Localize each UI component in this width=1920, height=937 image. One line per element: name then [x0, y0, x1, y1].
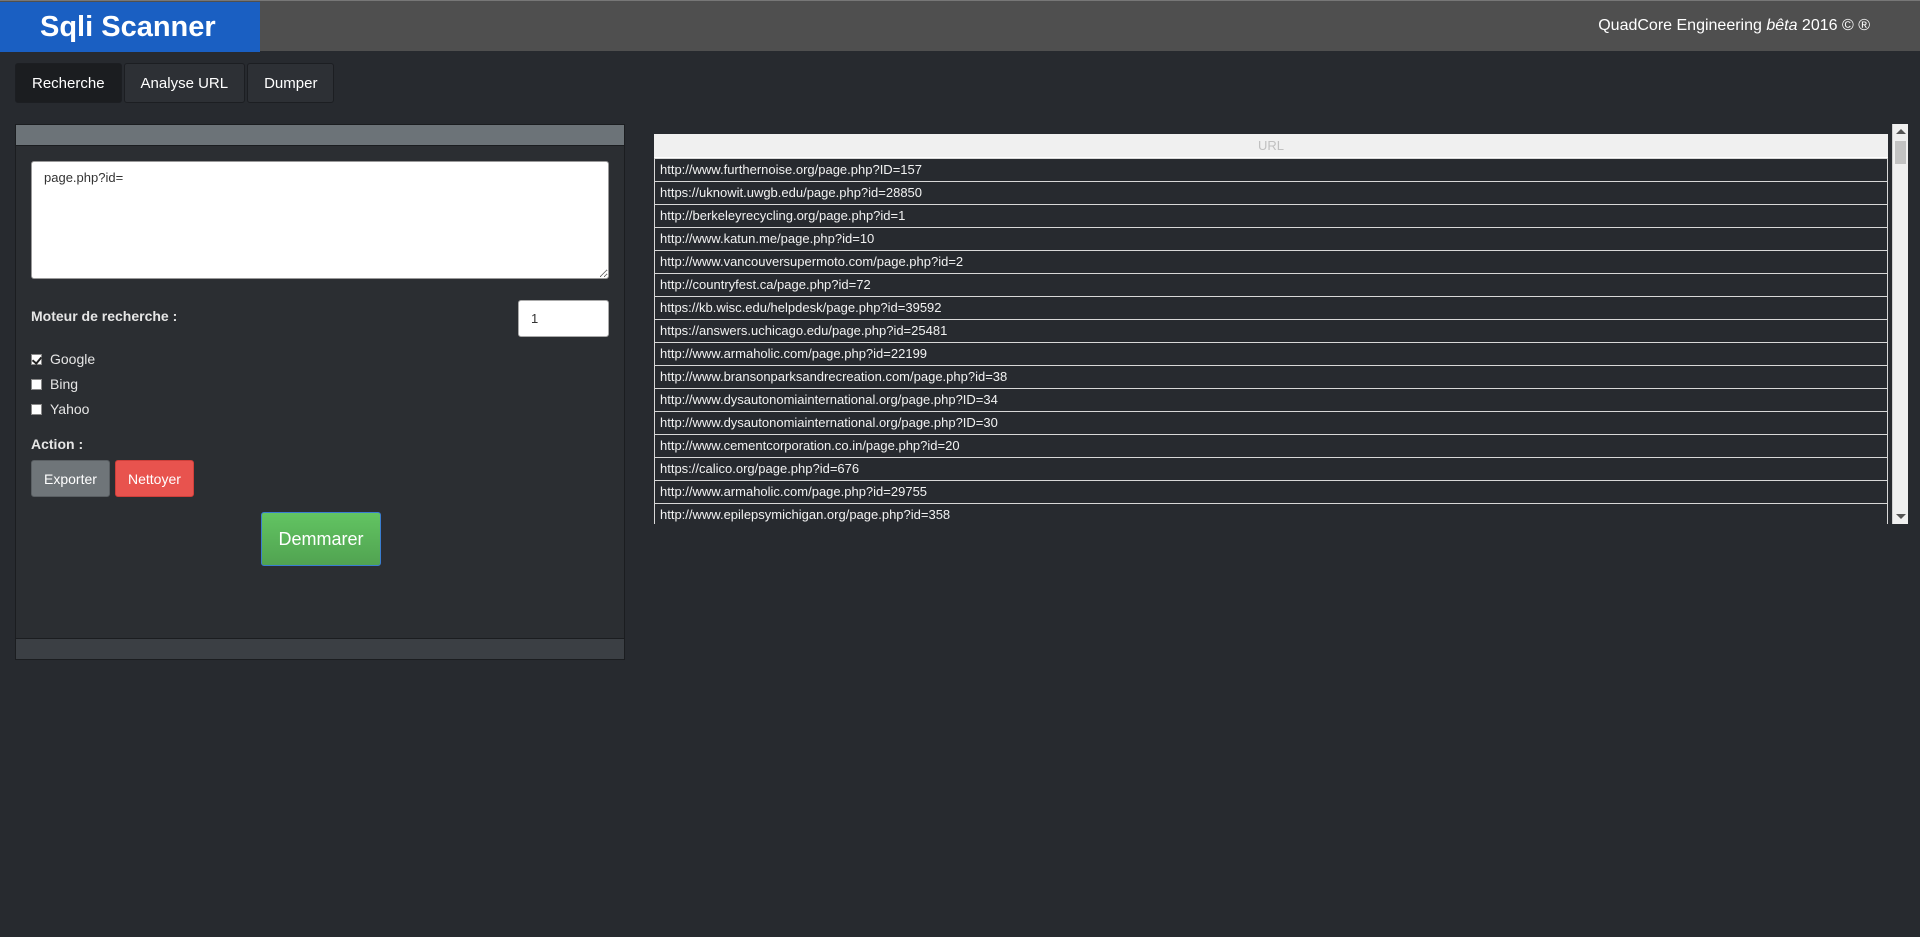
- panel-footer: [16, 638, 624, 659]
- url-row[interactable]: http://www.vancouversupermoto.com/page.p…: [654, 251, 1888, 274]
- url-row[interactable]: http://www.katun.me/page.php?id=10: [654, 228, 1888, 251]
- engine-label: Moteur de recherche :: [31, 308, 178, 324]
- scroll-down-icon[interactable]: [1896, 514, 1906, 519]
- url-column-header: URL: [654, 134, 1888, 158]
- export-button[interactable]: Exporter: [31, 460, 110, 497]
- results-rows: http://www.furthernoise.org/page.php?ID=…: [654, 158, 1888, 524]
- credits-text: QuadCore Engineering bêta 2016 © ®: [1598, 17, 1870, 35]
- tab-recherche[interactable]: Recherche: [15, 63, 122, 103]
- url-row[interactable]: http://www.cementcorporation.co.in/page.…: [654, 435, 1888, 458]
- results-table-container: URL http://www.furthernoise.org/page.php…: [654, 124, 1908, 524]
- tab-analyse-url[interactable]: Analyse URL: [123, 63, 246, 103]
- url-row[interactable]: http://countryfest.ca/page.php?id=72: [654, 274, 1888, 297]
- action-label: Action :: [31, 436, 84, 452]
- credits-suffix: 2016 © ®: [1797, 17, 1870, 34]
- bing-label: Bing: [50, 376, 79, 392]
- bing-checkbox[interactable]: [31, 378, 42, 390]
- start-button[interactable]: Demmarer: [261, 512, 381, 566]
- search-query-input[interactable]: [31, 161, 609, 279]
- google-label: Google: [50, 351, 96, 367]
- google-checkbox[interactable]: [31, 353, 42, 365]
- search-panel: Moteur de recherche : Google Bing Yahoo …: [15, 124, 625, 660]
- app-header: Sqli Scanner QuadCore Engineering bêta 2…: [0, 0, 1920, 52]
- url-row[interactable]: http://berkeleyrecycling.org/page.php?id…: [654, 205, 1888, 228]
- results-scrollbar[interactable]: [1892, 124, 1908, 524]
- credits-beta: bêta: [1766, 17, 1798, 34]
- url-row[interactable]: https://answers.uchicago.edu/page.php?id…: [654, 320, 1888, 343]
- panel-header: [16, 125, 624, 146]
- engine-yahoo[interactable]: Yahoo: [31, 401, 89, 417]
- url-row[interactable]: http://www.armaholic.com/page.php?id=221…: [654, 343, 1888, 366]
- url-row[interactable]: https://calico.org/page.php?id=676: [654, 458, 1888, 481]
- url-row[interactable]: http://www.epilepsymichigan.org/page.php…: [654, 504, 1888, 524]
- url-row[interactable]: http://www.dysautonomiainternational.org…: [654, 412, 1888, 435]
- clean-button[interactable]: Nettoyer: [115, 460, 194, 497]
- url-row[interactable]: http://www.dysautonomiainternational.org…: [654, 389, 1888, 412]
- url-row[interactable]: http://www.furthernoise.org/page.php?ID=…: [654, 158, 1888, 182]
- engine-bing[interactable]: Bing: [31, 376, 78, 392]
- page-count-input[interactable]: [518, 300, 609, 337]
- tab-dumper[interactable]: Dumper: [247, 63, 335, 103]
- results-table: URL http://www.furthernoise.org/page.php…: [654, 134, 1888, 524]
- scroll-thumb[interactable]: [1895, 141, 1906, 164]
- url-row[interactable]: http://www.bransonparksandrecreation.com…: [654, 366, 1888, 389]
- tab-bar: Recherche Analyse URL Dumper: [15, 63, 335, 103]
- url-row[interactable]: https://kb.wisc.edu/helpdesk/page.php?id…: [654, 297, 1888, 320]
- app-title: Sqli Scanner: [0, 2, 260, 52]
- url-row[interactable]: https://uknowit.uwgb.edu/page.php?id=288…: [654, 182, 1888, 205]
- engine-google[interactable]: Google: [31, 351, 95, 367]
- yahoo-checkbox[interactable]: [31, 403, 42, 415]
- scroll-up-icon[interactable]: [1896, 129, 1906, 134]
- yahoo-label: Yahoo: [50, 401, 90, 417]
- url-row[interactable]: http://www.armaholic.com/page.php?id=297…: [654, 481, 1888, 504]
- credits-prefix: QuadCore Engineering: [1598, 17, 1767, 34]
